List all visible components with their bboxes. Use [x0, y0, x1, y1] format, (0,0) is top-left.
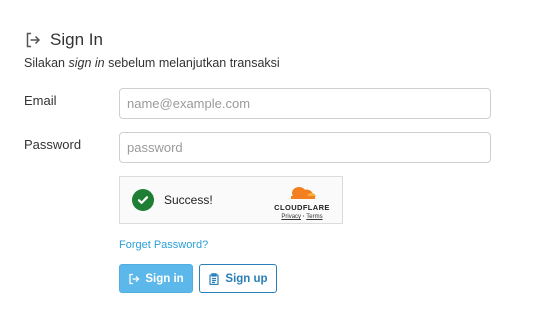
sign-up-button[interactable]: Sign up — [199, 264, 277, 293]
password-label: Password — [24, 137, 82, 152]
subtitle-text-post: sebelum melanjutkan transaksi — [104, 56, 280, 70]
sign-in-button[interactable]: Sign in — [119, 264, 193, 293]
forget-password-link[interactable]: Forget Password? — [119, 239, 208, 251]
sign-up-label: Sign up — [225, 272, 268, 285]
password-field[interactable] — [119, 132, 491, 163]
captcha-links: Privacy · Terms — [272, 214, 332, 220]
email-field[interactable] — [119, 88, 491, 119]
cloudflare-brand: CLOUDFLARE Privacy · Terms — [272, 184, 332, 220]
cloudflare-wordmark: CLOUDFLARE — [274, 203, 330, 212]
page-title-row: Sign In — [24, 30, 103, 50]
email-label: Email — [24, 93, 57, 108]
cloudflare-captcha-widget[interactable]: Success! CLOUDFLARE Privacy · Terms — [119, 176, 343, 224]
subtitle-text-pre: Silakan — [24, 56, 69, 70]
check-circle-icon — [132, 189, 154, 211]
sign-in-icon — [129, 273, 140, 284]
terms-link[interactable]: Terms — [306, 214, 322, 220]
captcha-status: Success! — [164, 193, 213, 207]
sign-in-icon — [24, 31, 42, 49]
sign-in-label: Sign in — [145, 272, 184, 285]
cloudflare-logo-icon — [291, 187, 316, 199]
privacy-link[interactable]: Privacy — [281, 214, 301, 220]
clipboard-icon — [209, 272, 220, 285]
page-title: Sign In — [50, 30, 103, 49]
subtitle-emphasis: sign in — [68, 56, 105, 70]
links-separator: · — [302, 214, 305, 220]
page-subtitle: Silakan sign in sebelum melanjutkan tran… — [24, 56, 280, 70]
